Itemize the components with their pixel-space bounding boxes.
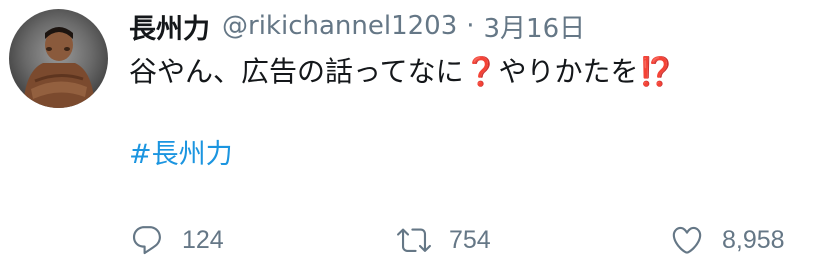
avatar[interactable] — [9, 9, 108, 108]
tweet-actions: 124 754 8,958 — [0, 218, 830, 262]
interrobang-emoji-icon: ⁉️ — [638, 55, 674, 88]
retweet-icon — [396, 222, 432, 258]
reply-icon — [129, 222, 165, 258]
tweet-text: 谷やん、広告の話ってなに❓やりかたを⁉️ — [129, 52, 673, 92]
hashtag-link[interactable]: #長州力 — [129, 135, 233, 175]
tweet-header: 長州力 @rikichannel1203 · 3月16日 — [129, 7, 586, 46]
retweet-count: 754 — [449, 225, 491, 254]
retweet-button[interactable]: 754 — [396, 218, 491, 262]
reply-button[interactable]: 124 — [129, 218, 224, 262]
display-name[interactable]: 長州力 — [129, 7, 210, 46]
tweet-text-part1: 谷やん、広告の話ってなに — [129, 55, 464, 88]
question-emoji-icon: ❓ — [463, 55, 499, 88]
reply-count: 124 — [182, 225, 224, 254]
tweet-date[interactable]: 3月16日 — [484, 8, 586, 45]
user-handle[interactable]: @rikichannel1203 — [222, 11, 457, 41]
heart-icon — [669, 222, 705, 258]
tweet-text-part2: やりかたを — [498, 55, 639, 88]
like-button[interactable]: 8,958 — [669, 218, 785, 262]
avatar-photo — [23, 27, 95, 108]
like-count: 8,958 — [722, 225, 785, 254]
header-separator: · — [466, 11, 475, 41]
